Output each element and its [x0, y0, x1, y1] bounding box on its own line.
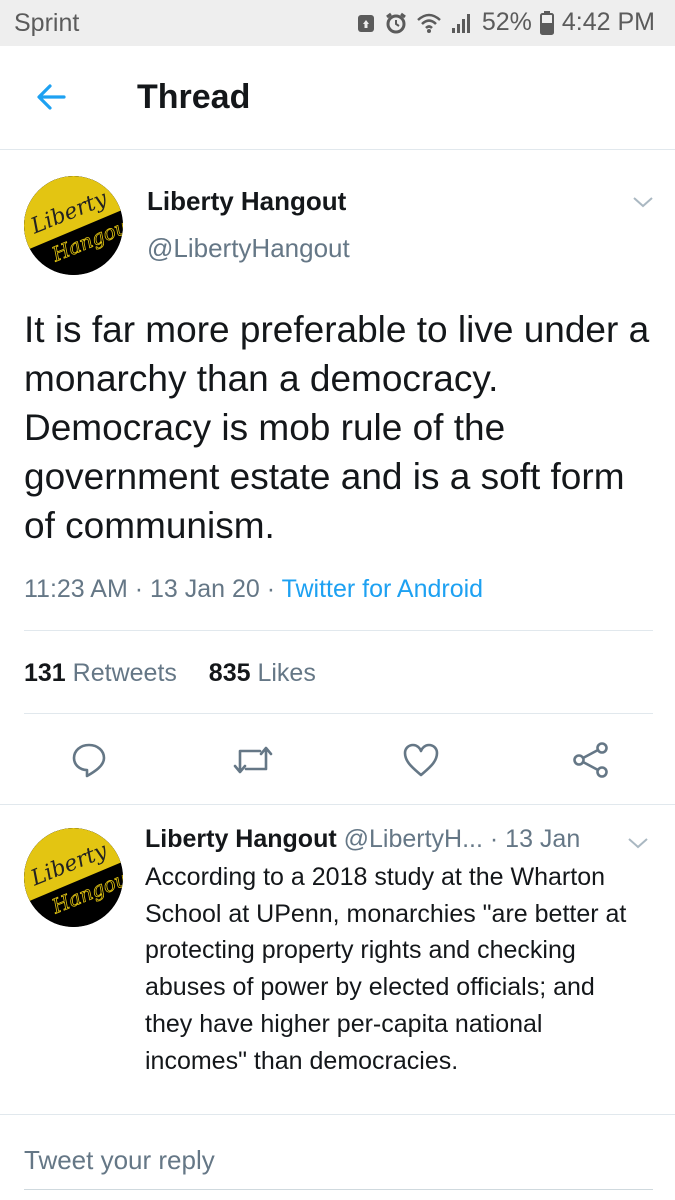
divider — [0, 804, 675, 805]
tweet-time: 11:23 AM — [24, 575, 128, 603]
chevron-down-icon[interactable] — [632, 195, 654, 209]
battery-icon — [539, 10, 554, 35]
retweet-label[interactable]: Retweets — [73, 659, 177, 687]
divider — [24, 713, 653, 714]
reply-input[interactable]: Tweet your reply — [24, 1145, 215, 1176]
lock-icon — [356, 12, 376, 34]
carrier-label: Sprint — [14, 9, 80, 37]
reply-composer: Tweet your reply — [0, 1114, 675, 1200]
reply-date: · 13 Jan — [489, 825, 581, 853]
reply-display-name[interactable]: Liberty Hangout — [145, 825, 337, 853]
tweet-stats: 131 Retweets 835 Likes — [24, 659, 316, 688]
tweet-date: 13 Jan 20 — [150, 575, 260, 603]
app-header: Thread — [0, 46, 675, 150]
arrow-left-icon[interactable] — [34, 79, 70, 115]
page-title: Thread — [137, 78, 251, 116]
status-bar: Sprint 52% 4:42 PM — [0, 0, 675, 46]
status-icons: 52% 4:42 PM — [356, 8, 655, 37]
reply-handle[interactable]: @LibertyH... — [344, 825, 483, 853]
wifi-icon — [416, 12, 442, 34]
share-icon[interactable] — [572, 741, 610, 779]
user-handle[interactable]: @LibertyHangout — [147, 233, 350, 264]
retweet-icon[interactable] — [232, 741, 273, 779]
tweet-text: It is far more preferable to live under … — [24, 309, 650, 546]
clock-time: 4:42 PM — [561, 8, 655, 36]
retweet-count[interactable]: 131 — [24, 659, 66, 687]
input-underline — [24, 1189, 653, 1190]
reply-icon[interactable] — [70, 741, 108, 779]
like-count[interactable]: 835 — [209, 659, 251, 687]
reply-text: According to a 2018 study at the Wharton… — [145, 863, 627, 1075]
like-label[interactable]: Likes — [257, 659, 315, 687]
battery-percent: 52% — [481, 8, 532, 36]
alarm-icon — [384, 11, 408, 35]
chevron-down-icon[interactable] — [627, 836, 649, 850]
divider — [24, 630, 653, 631]
heart-icon[interactable] — [402, 741, 440, 779]
display-name[interactable]: Liberty Hangout — [147, 186, 346, 217]
signal-icon — [450, 12, 474, 34]
tweet-source[interactable]: Twitter for Android — [282, 575, 483, 603]
avatar[interactable]: Liberty Hangout — [24, 828, 123, 927]
tweet-meta: 11:23 AM · 13 Jan 20 · Twitter for Andro… — [24, 575, 484, 603]
avatar[interactable]: Liberty Hangout — [24, 176, 123, 275]
reply-header: Liberty Hangout @LibertyH... · 13 Jan — [145, 825, 580, 854]
